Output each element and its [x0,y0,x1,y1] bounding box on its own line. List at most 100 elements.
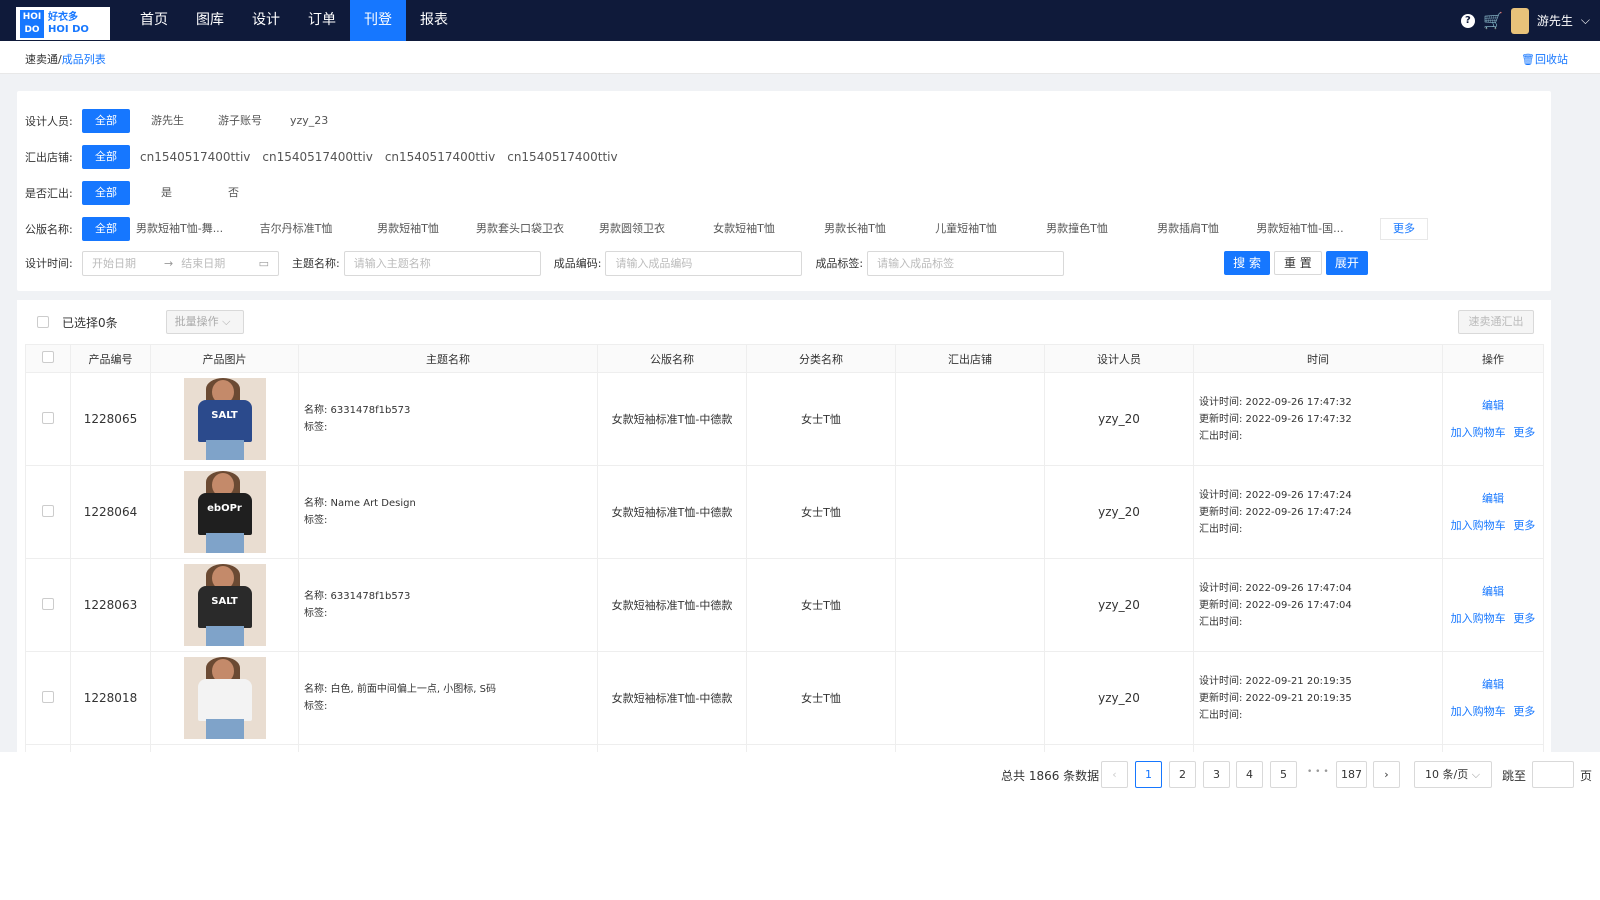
tag-input[interactable]: 请输入成品标签 [867,250,1065,276]
filter-chip[interactable]: 全部 [82,145,130,169]
edit-link[interactable]: 编辑 [1482,399,1504,412]
model-jeans [205,626,244,646]
breadcrumb-root[interactable]: 速卖通/ [25,53,62,66]
designer-name: yzy_20 [1044,465,1194,559]
more-link[interactable]: 更多 [1513,426,1535,439]
filter-chip[interactable]: 全部 [82,109,130,133]
more-link[interactable]: 更多 [1513,519,1535,532]
page-button[interactable]: 2 [1169,761,1196,788]
date-range-picker[interactable]: 开始日期 → 结束日期 ▭ [82,250,279,276]
row-cell [298,744,598,752]
edit-link[interactable]: 编辑 [1482,678,1504,691]
add-to-cart-link[interactable]: 加入购物车 [1451,612,1506,625]
product-image[interactable]: ebOPr [183,471,266,553]
more-link[interactable]: 更多 [1513,612,1535,625]
nav-home[interactable]: 首页 [126,0,182,41]
cart-icon[interactable]: 🛒 [1483,11,1503,30]
expand-button[interactable]: 展开 [1325,251,1368,275]
add-to-cart-link[interactable]: 加入购物车 [1451,519,1506,532]
filter-chip[interactable]: 男款短袖T恤-国... [1244,217,1356,241]
code-input[interactable]: 请输入成品编码 [605,250,803,276]
search-button[interactable]: 搜 索 [1224,251,1270,275]
page-button[interactable]: 3 [1203,761,1230,788]
filter-chip[interactable]: cn1540517400ttiv [501,145,623,169]
nav-gallery[interactable]: 图库 [182,0,238,41]
prev-page-button[interactable]: ‹ [1101,761,1128,788]
filter-chip[interactable]: cn1540517400ttiv [256,145,378,169]
page-unit-label: 页 [1580,769,1593,783]
recycle-bin-link[interactable]: 🗑回收站 [1521,51,1568,67]
more-templates-button[interactable]: 更多 [1380,218,1428,240]
export-button[interactable]: 速卖通汇出 [1458,310,1534,334]
header-checkbox-cell [25,344,71,373]
page-footer-space [0,796,1600,900]
page-ellipsis[interactable]: • • • [1307,767,1329,777]
end-date-field[interactable]: 结束日期 [181,252,225,275]
theme-name: 名称: 6331478f1b573 [304,405,411,416]
page-button[interactable]: 5 [1270,761,1297,788]
username[interactable]: 游先生 [1537,12,1573,29]
filter-chip[interactable]: cn1540517400ttiv [134,145,256,169]
theme-input[interactable]: 请输入主题名称 [343,250,541,276]
row-checkbox[interactable] [42,504,54,517]
filter-chip[interactable]: 女款短袖T恤 [688,217,800,241]
export-store [895,558,1045,652]
brand-logo[interactable]: HOI DO 好衣多 HOI DO [16,7,110,40]
row-checkbox[interactable] [42,597,54,610]
chevron-down-icon[interactable]: ⌵ [1581,13,1590,28]
theme-tag: 标签: [304,422,328,433]
jump-input[interactable] [1532,761,1574,788]
product-image[interactable] [183,657,266,739]
edit-link[interactable]: 编辑 [1482,585,1504,598]
product-image[interactable]: SALT [183,378,266,460]
avatar[interactable] [1510,7,1529,34]
filter-chip[interactable]: yzy_23 [277,109,341,133]
filter-chip[interactable]: 男款套头口袋卫衣 [464,217,576,241]
reset-button[interactable]: 重 置 [1273,251,1322,275]
filter-chip[interactable]: 男款圆领卫衣 [576,217,688,241]
page-button[interactable]: 4 [1236,761,1263,788]
nav-listing[interactable]: 刊登 [350,0,406,41]
batch-actions-dropdown[interactable]: 批量操作 ⌵ [165,310,244,334]
filter-chip[interactable]: 游子账号 [205,109,275,133]
filter-chip[interactable]: 男款短袖T恤-舞... [130,217,240,241]
select-all-checkbox[interactable] [37,316,49,328]
edit-link[interactable]: 编辑 [1482,492,1504,505]
more-link[interactable]: 更多 [1513,705,1535,718]
filter-chip[interactable]: 儿童短袖T恤 [910,217,1022,241]
chevron-down-icon: ⌵ [1471,768,1481,781]
filter-chip[interactable]: 男款短袖T恤 [352,217,464,241]
next-page-button[interactable]: › [1373,761,1400,788]
filter-chip[interactable]: cn1540517400ttiv [379,145,501,169]
filter-chip[interactable]: 男款插肩T恤 [1132,217,1244,241]
filter-chip[interactable]: 男款长袖T恤 [800,217,910,241]
filter-chip[interactable]: 游先生 [138,109,197,133]
row-checkbox[interactable] [42,690,54,703]
template-name: 女款短袖标准T恤-中德款 [597,558,747,652]
filter-search-row: 设计时间: 开始日期 → 结束日期 ▭ 主题名称: 请输入主题名称 成品编码: … [25,250,1368,276]
page-button[interactable]: 187 [1336,761,1367,788]
header-checkbox[interactable] [42,351,54,363]
add-to-cart-link[interactable]: 加入购物车 [1451,426,1506,439]
row-checkbox[interactable] [42,411,54,424]
filter-chip[interactable]: 否 [215,181,252,205]
design-time: 设计时间: 2022-09-26 17:47:04 [1199,582,1352,594]
add-to-cart-link[interactable]: 加入购物车 [1451,705,1506,718]
theme-tag: 标签: [304,701,328,712]
design-time: 设计时间: 2022-09-26 17:47:32 [1199,396,1352,408]
page-button[interactable]: 1 [1135,761,1162,788]
filter-chip[interactable]: 吉尔丹标准T恤 [240,217,352,241]
start-date-field[interactable]: 开始日期 [92,252,136,275]
nav-orders[interactable]: 订单 [294,0,350,41]
actions-cell: 编辑 加入购物车 更多 [1442,372,1544,466]
nav-reports[interactable]: 报表 [406,0,462,41]
nav-design[interactable]: 设计 [238,0,294,41]
filter-chip[interactable]: 全部 [82,217,130,241]
filter-chip[interactable]: 全部 [82,181,130,205]
shirt-print: ebOPr [207,503,242,514]
filter-chip[interactable]: 男款撞色T恤 [1022,217,1132,241]
help-icon[interactable]: ? [1460,13,1475,28]
filter-chip[interactable]: 是 [148,181,185,205]
page-size-select[interactable]: 10 条/页 ⌵ [1414,761,1492,788]
product-image[interactable]: SALT [183,564,266,646]
